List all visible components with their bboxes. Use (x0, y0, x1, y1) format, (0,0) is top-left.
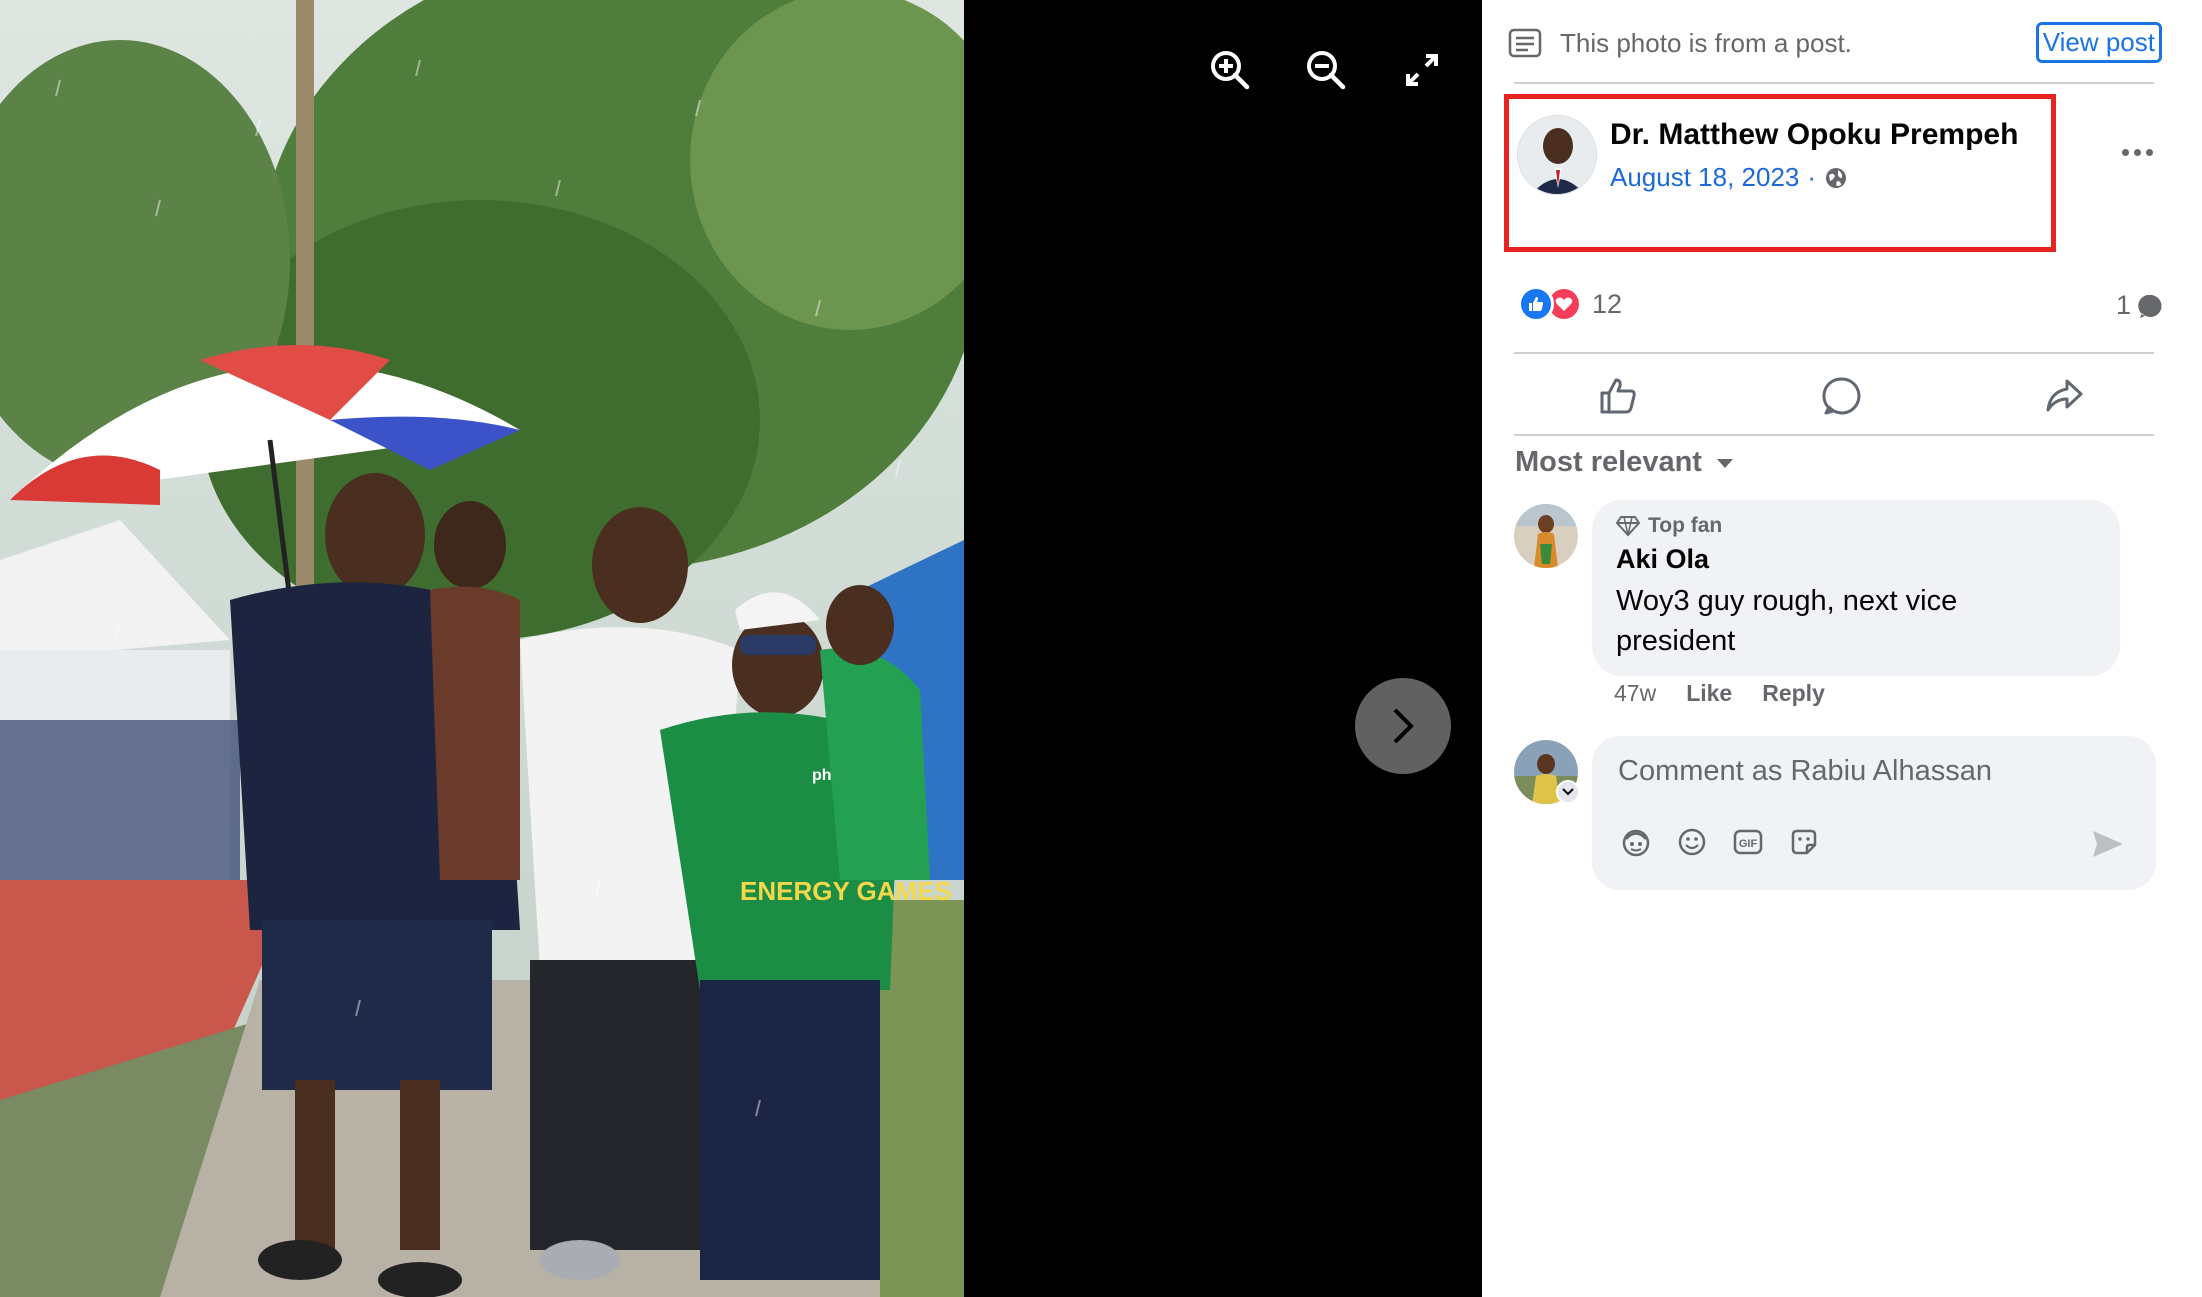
divider (1514, 82, 2154, 84)
comment-icon (1822, 377, 1861, 415)
share-button[interactable] (2034, 366, 2094, 426)
post-document-icon (1508, 28, 1542, 58)
like-button[interactable] (1588, 366, 1648, 426)
gif-button[interactable]: GIF (1730, 824, 1766, 860)
comment-age[interactable]: 47w (1614, 680, 1656, 707)
caret-down-icon (1716, 458, 1733, 468)
post-notice-text: This photo is from a post. (1560, 27, 1852, 58)
emoji-icon (1678, 828, 1706, 856)
avatar-sticker-button[interactable] (1618, 824, 1654, 860)
comment-input[interactable] (1592, 736, 2156, 806)
comment-text: Woy3 guy rough, next vice president (1616, 585, 1958, 657)
zoom-out-button[interactable] (1300, 44, 1352, 96)
author-avatar[interactable] (1517, 115, 1597, 195)
view-post-link[interactable]: View post (2035, 22, 2162, 63)
like-icon (1600, 378, 1636, 414)
share-icon (2046, 379, 2083, 412)
comment-button[interactable] (1812, 366, 1872, 426)
more-dot (2145, 148, 2153, 156)
diamond-icon (1616, 516, 1640, 537)
gif-icon: GIF (1733, 829, 1763, 855)
comment-actions: 47w Like Reply (1614, 680, 1825, 707)
divider (1514, 352, 2154, 354)
emoji-button[interactable] (1674, 824, 1710, 860)
divider (1514, 434, 2154, 436)
composer-tools: GIF (1618, 824, 1822, 860)
fullscreen-icon (1406, 54, 1438, 86)
comment-sort-dropdown[interactable]: Most relevant (1515, 446, 1734, 479)
reaction-summary[interactable]: 12 (1518, 286, 1622, 322)
commenter-name-link[interactable]: Aki Ola (1616, 544, 2096, 575)
post-date-link[interactable]: August 18, 2023 (1610, 162, 1799, 193)
post-side-panel: This photo is from a post. View post Dr.… (1482, 0, 2202, 1297)
comment-composer: GIF (1592, 736, 2156, 890)
author-name-link[interactable]: Dr. Matthew Opoku Prempeh (1610, 118, 2018, 152)
zoom-out-icon (1307, 51, 1346, 90)
photo-viewer: ENERGY GAMES phdc (0, 0, 1482, 1297)
sort-label: Most relevant (1515, 446, 1702, 478)
more-options-button[interactable] (2112, 132, 2162, 172)
svg-text:GIF: GIF (1739, 838, 1758, 850)
comment-like-button[interactable]: Like (1686, 680, 1732, 707)
profile-switch-chevron-icon[interactable] (1556, 780, 1580, 804)
badge-label: Top fan (1648, 514, 1723, 537)
meta-separator: · (1807, 162, 1817, 192)
sticker-icon (1791, 829, 1817, 855)
chevron-right-icon (1393, 708, 1414, 744)
comment-bubble-icon (2138, 294, 2162, 318)
send-comment-button[interactable] (2088, 824, 2128, 864)
zoom-in-button[interactable] (1204, 44, 1256, 96)
next-photo-button[interactable] (1355, 678, 1451, 774)
shirt-text: ENERGY GAMES (740, 876, 952, 906)
comment-count-button[interactable]: 1 (2116, 290, 2165, 321)
zoom-in-icon (1211, 51, 1250, 90)
post-notice: This photo is from a post. View post (1508, 20, 2162, 66)
avatar-sticker-icon (1622, 829, 1650, 857)
post-photo: ENERGY GAMES phdc (0, 0, 964, 1297)
like-reaction-icon (1518, 286, 1554, 322)
fullscreen-button[interactable] (1396, 44, 1448, 96)
commenter-avatar[interactable] (1514, 504, 1578, 568)
send-icon (2093, 831, 2123, 857)
more-dot (2133, 148, 2141, 156)
sticker-button[interactable] (1786, 824, 1822, 860)
comment-reply-button[interactable]: Reply (1762, 680, 1825, 707)
reaction-count: 12 (1592, 288, 1623, 319)
comment-bubble: Top fan Aki Ola Woy3 guy rough, next vic… (1592, 500, 2120, 676)
comment-count: 1 (2116, 290, 2132, 320)
top-fan-badge: Top fan (1616, 514, 2096, 538)
post-meta: August 18, 2023 · (1610, 162, 1848, 193)
globe-icon[interactable] (1824, 166, 1848, 190)
more-dot (2121, 148, 2129, 156)
